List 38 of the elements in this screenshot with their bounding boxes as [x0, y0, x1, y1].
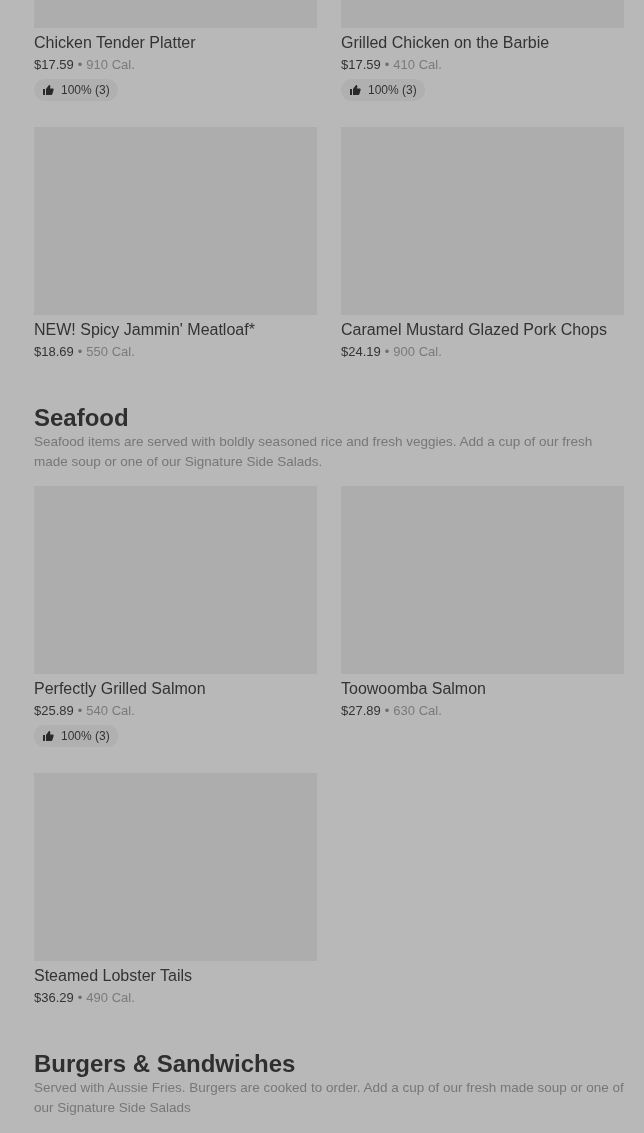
item-name[interactable]: NEW! Spicy Jammin' Meatloaf* — [34, 320, 255, 340]
section-description: Seafood items are served with boldly seasoned rice and fresh veggies. Add a cup of our fresh made soup or one of our Signature Side Salads. — [34, 433, 594, 471]
item-calories: 630 Cal. — [393, 702, 442, 719]
item-price: $24.19 — [341, 343, 381, 360]
item-price: $25.89 — [34, 702, 74, 719]
item-calories: 540 Cal. — [86, 702, 135, 719]
separator-dot: • — [77, 989, 83, 1006]
section-description: Served with Aussie Fries. Burgers are cooked to order. Add a cup of our fresh made soup or one of our Signature Side Salads — [34, 1079, 624, 1117]
separator-dot: • — [77, 56, 83, 73]
section-heading: Seafood — [34, 404, 130, 432]
item-name[interactable]: Perfectly Grilled Salmon — [34, 679, 206, 699]
rating-badge: 100% (3) — [34, 79, 118, 101]
item-price: $17.59 — [34, 56, 74, 73]
separator-dot: • — [384, 702, 390, 719]
separator-dot: • — [77, 343, 83, 360]
item-calories: 910 Cal. — [86, 56, 135, 73]
item-price: $36.29 — [34, 989, 74, 1006]
item-price: $18.69 — [34, 343, 74, 360]
item-price: $27.89 — [341, 702, 381, 719]
item-price: $17.59 — [341, 56, 381, 73]
item-name[interactable]: Chicken Tender Platter — [34, 33, 196, 53]
item-calories: 410 Cal. — [393, 56, 442, 73]
item-name[interactable]: Steamed Lobster Tails — [34, 966, 192, 986]
thumbs-up-icon — [349, 84, 361, 96]
item-name[interactable]: Caramel Mustard Glazed Pork Chops — [341, 320, 607, 340]
rating-badge: 100% (3) — [34, 725, 118, 747]
separator-dot: • — [77, 702, 83, 719]
thumbs-up-icon — [42, 84, 54, 96]
item-name[interactable]: Toowoomba Salmon — [341, 679, 486, 699]
item-calories: 550 Cal. — [86, 343, 135, 360]
section-heading: Burgers & Sandwiches — [34, 1050, 297, 1078]
separator-dot: • — [384, 343, 390, 360]
item-calories: 490 Cal. — [86, 989, 135, 1006]
separator-dot: • — [384, 56, 390, 73]
rating-badge: 100% (3) — [341, 79, 425, 101]
item-name[interactable]: Grilled Chicken on the Barbie — [341, 33, 550, 53]
thumbs-up-icon — [42, 730, 54, 742]
item-calories: 900 Cal. — [393, 343, 442, 360]
